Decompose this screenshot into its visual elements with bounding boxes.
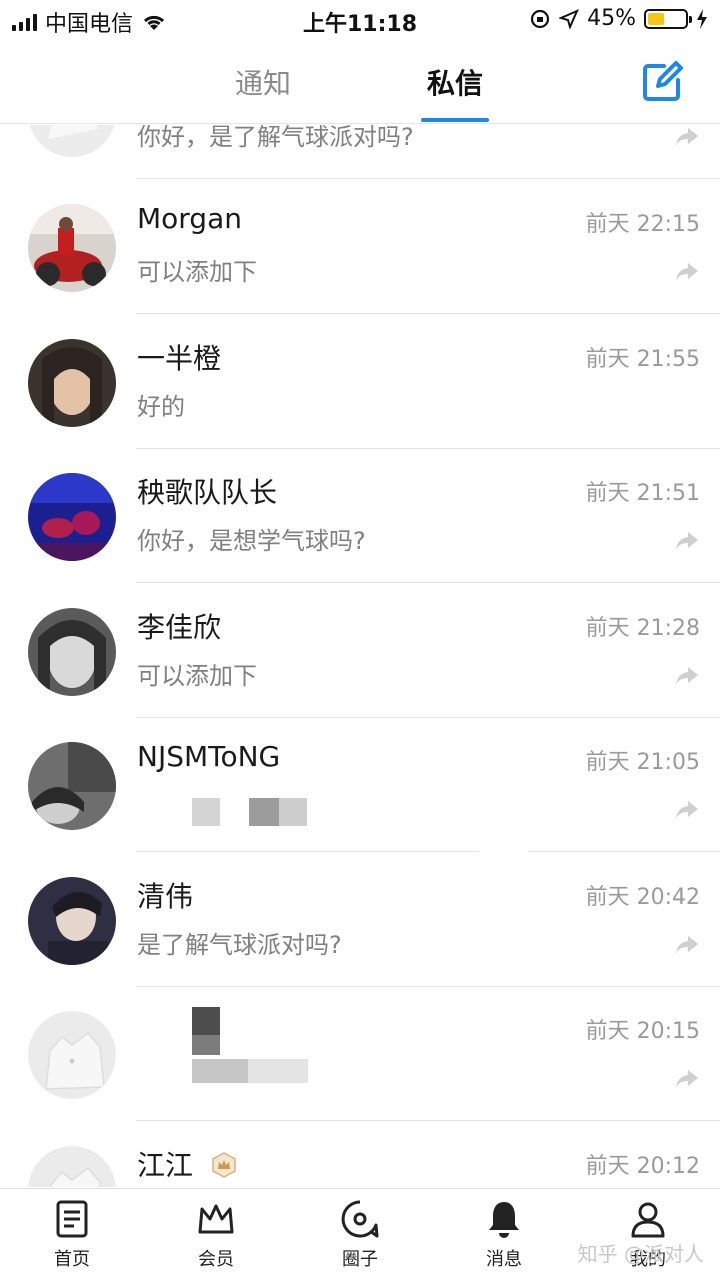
conversation-row[interactable]: NJSMToNG 前天 21:05 bbox=[0, 718, 720, 852]
tab-notifications[interactable]: 通知 bbox=[213, 62, 313, 102]
conversation-row[interactable]: 你好，是了解气球派对吗? bbox=[0, 125, 720, 179]
nav-label: 会员 bbox=[198, 1249, 234, 1270]
redacted-name bbox=[192, 1007, 220, 1035]
conversation-row[interactable]: 清伟 前天 20:42 是了解气球派对吗? bbox=[0, 853, 720, 987]
timestamp: 前天 22:15 bbox=[585, 212, 700, 237]
battery-fill bbox=[648, 12, 665, 25]
rotation-lock-icon bbox=[530, 9, 550, 28]
redacted-message bbox=[249, 798, 279, 826]
redacted-name bbox=[192, 1035, 220, 1055]
verified-badge-icon bbox=[212, 1152, 236, 1178]
row-divider bbox=[136, 851, 720, 852]
charging-icon bbox=[697, 8, 707, 29]
timestamp: 前天 20:42 bbox=[585, 885, 700, 910]
redacted-message bbox=[192, 1059, 248, 1083]
share-icon[interactable] bbox=[676, 667, 698, 685]
share-icon[interactable] bbox=[676, 532, 698, 550]
avatar bbox=[28, 339, 116, 427]
nav-label: 首页 bbox=[54, 1249, 90, 1270]
battery-percent: 45% bbox=[587, 6, 636, 31]
conversation-row[interactable]: 前天 20:15 bbox=[0, 987, 720, 1121]
avatar bbox=[28, 608, 116, 696]
default-avatar bbox=[28, 1011, 116, 1099]
conversation-row[interactable]: 秧歌队队长 前天 21:51 你好，是想学气球吗? bbox=[0, 449, 720, 583]
avatar bbox=[28, 125, 116, 157]
nav-label: 消息 bbox=[486, 1249, 522, 1270]
crown-icon bbox=[198, 1204, 234, 1234]
timestamp: 前天 20:15 bbox=[585, 1019, 700, 1044]
contact-name: NJSMToNG bbox=[137, 740, 281, 773]
compose-icon[interactable] bbox=[638, 58, 686, 106]
message-preview: 你好，是想学气球吗? bbox=[137, 527, 366, 555]
message-preview: 你好，是了解气球派对吗? bbox=[137, 125, 414, 151]
redacted-message bbox=[248, 1059, 308, 1083]
bottom-nav-bar: 首页 会员 圈子 消息 我的 bbox=[0, 1188, 720, 1281]
message-preview: 可以添加下 bbox=[137, 258, 257, 286]
contact-name: 清伟 bbox=[137, 880, 194, 913]
row-divider bbox=[136, 582, 720, 583]
nav-item-membership[interactable]: 会员 bbox=[166, 1199, 266, 1271]
avatar bbox=[28, 204, 116, 292]
avatar bbox=[28, 877, 116, 965]
timestamp: 前天 21:28 bbox=[585, 616, 700, 641]
timestamp: 前天 21:51 bbox=[585, 481, 700, 506]
conversation-row[interactable]: 李佳欣 前天 21:28 可以添加下 bbox=[0, 584, 720, 718]
contact-name: 江江 bbox=[137, 1149, 194, 1182]
contact-name: Morgan bbox=[137, 202, 242, 235]
conversation-row[interactable]: 江江 前天 20:12 bbox=[0, 1122, 720, 1187]
timestamp: 前天 21:05 bbox=[585, 750, 700, 775]
status-bar: 中国电信 上午11:18 45% bbox=[0, 0, 720, 40]
message-preview: 是了解气球派对吗? bbox=[137, 931, 342, 959]
top-tab-bar: 通知 私信 bbox=[0, 40, 720, 124]
status-right: 45% bbox=[529, 6, 708, 31]
timestamp: 前天 20:12 bbox=[585, 1154, 700, 1179]
nav-item-home[interactable]: 首页 bbox=[22, 1199, 122, 1271]
circle-chat-icon bbox=[341, 1200, 379, 1238]
default-avatar bbox=[28, 1146, 116, 1187]
contact-name: 一半橙 bbox=[137, 342, 222, 375]
avatar bbox=[28, 742, 116, 830]
share-icon[interactable] bbox=[676, 263, 698, 281]
share-icon[interactable] bbox=[676, 1070, 698, 1088]
nav-item-circles[interactable]: 圈子 bbox=[310, 1199, 410, 1271]
conversation-row[interactable]: 一半橙 前天 21:55 好的 bbox=[0, 315, 720, 449]
conversation-row[interactable]: Morgan 前天 22:15 可以添加下 bbox=[0, 180, 720, 314]
tab-private-messages[interactable]: 私信 bbox=[405, 62, 505, 102]
watermark: 知乎 @派对人 bbox=[577, 1242, 704, 1266]
avatar bbox=[28, 473, 116, 561]
redacted-message bbox=[279, 798, 307, 826]
nav-label: 圈子 bbox=[342, 1249, 378, 1270]
conversation-list: 你好，是了解气球派对吗? Morgan 前天 22:15 可以添加下 一半橙 前… bbox=[0, 125, 720, 1187]
battery-icon bbox=[644, 8, 692, 29]
message-preview: 好的 bbox=[137, 393, 185, 421]
nav-item-messages[interactable]: 消息 bbox=[454, 1199, 554, 1271]
share-icon[interactable] bbox=[676, 128, 698, 146]
row-divider bbox=[136, 1120, 720, 1121]
location-icon bbox=[559, 8, 580, 29]
document-icon bbox=[56, 1200, 88, 1238]
active-tab-indicator bbox=[421, 118, 489, 122]
message-preview: 可以添加下 bbox=[137, 662, 257, 690]
timestamp: 前天 21:55 bbox=[585, 347, 700, 372]
person-icon bbox=[631, 1202, 665, 1238]
share-icon[interactable] bbox=[676, 936, 698, 954]
bell-icon bbox=[489, 1202, 519, 1238]
contact-name: 秧歌队队长 bbox=[137, 476, 278, 509]
share-icon[interactable] bbox=[676, 801, 698, 819]
row-divider bbox=[136, 313, 720, 314]
redacted-message bbox=[192, 798, 220, 826]
contact-name: 李佳欣 bbox=[137, 611, 222, 644]
row-divider bbox=[136, 178, 720, 179]
